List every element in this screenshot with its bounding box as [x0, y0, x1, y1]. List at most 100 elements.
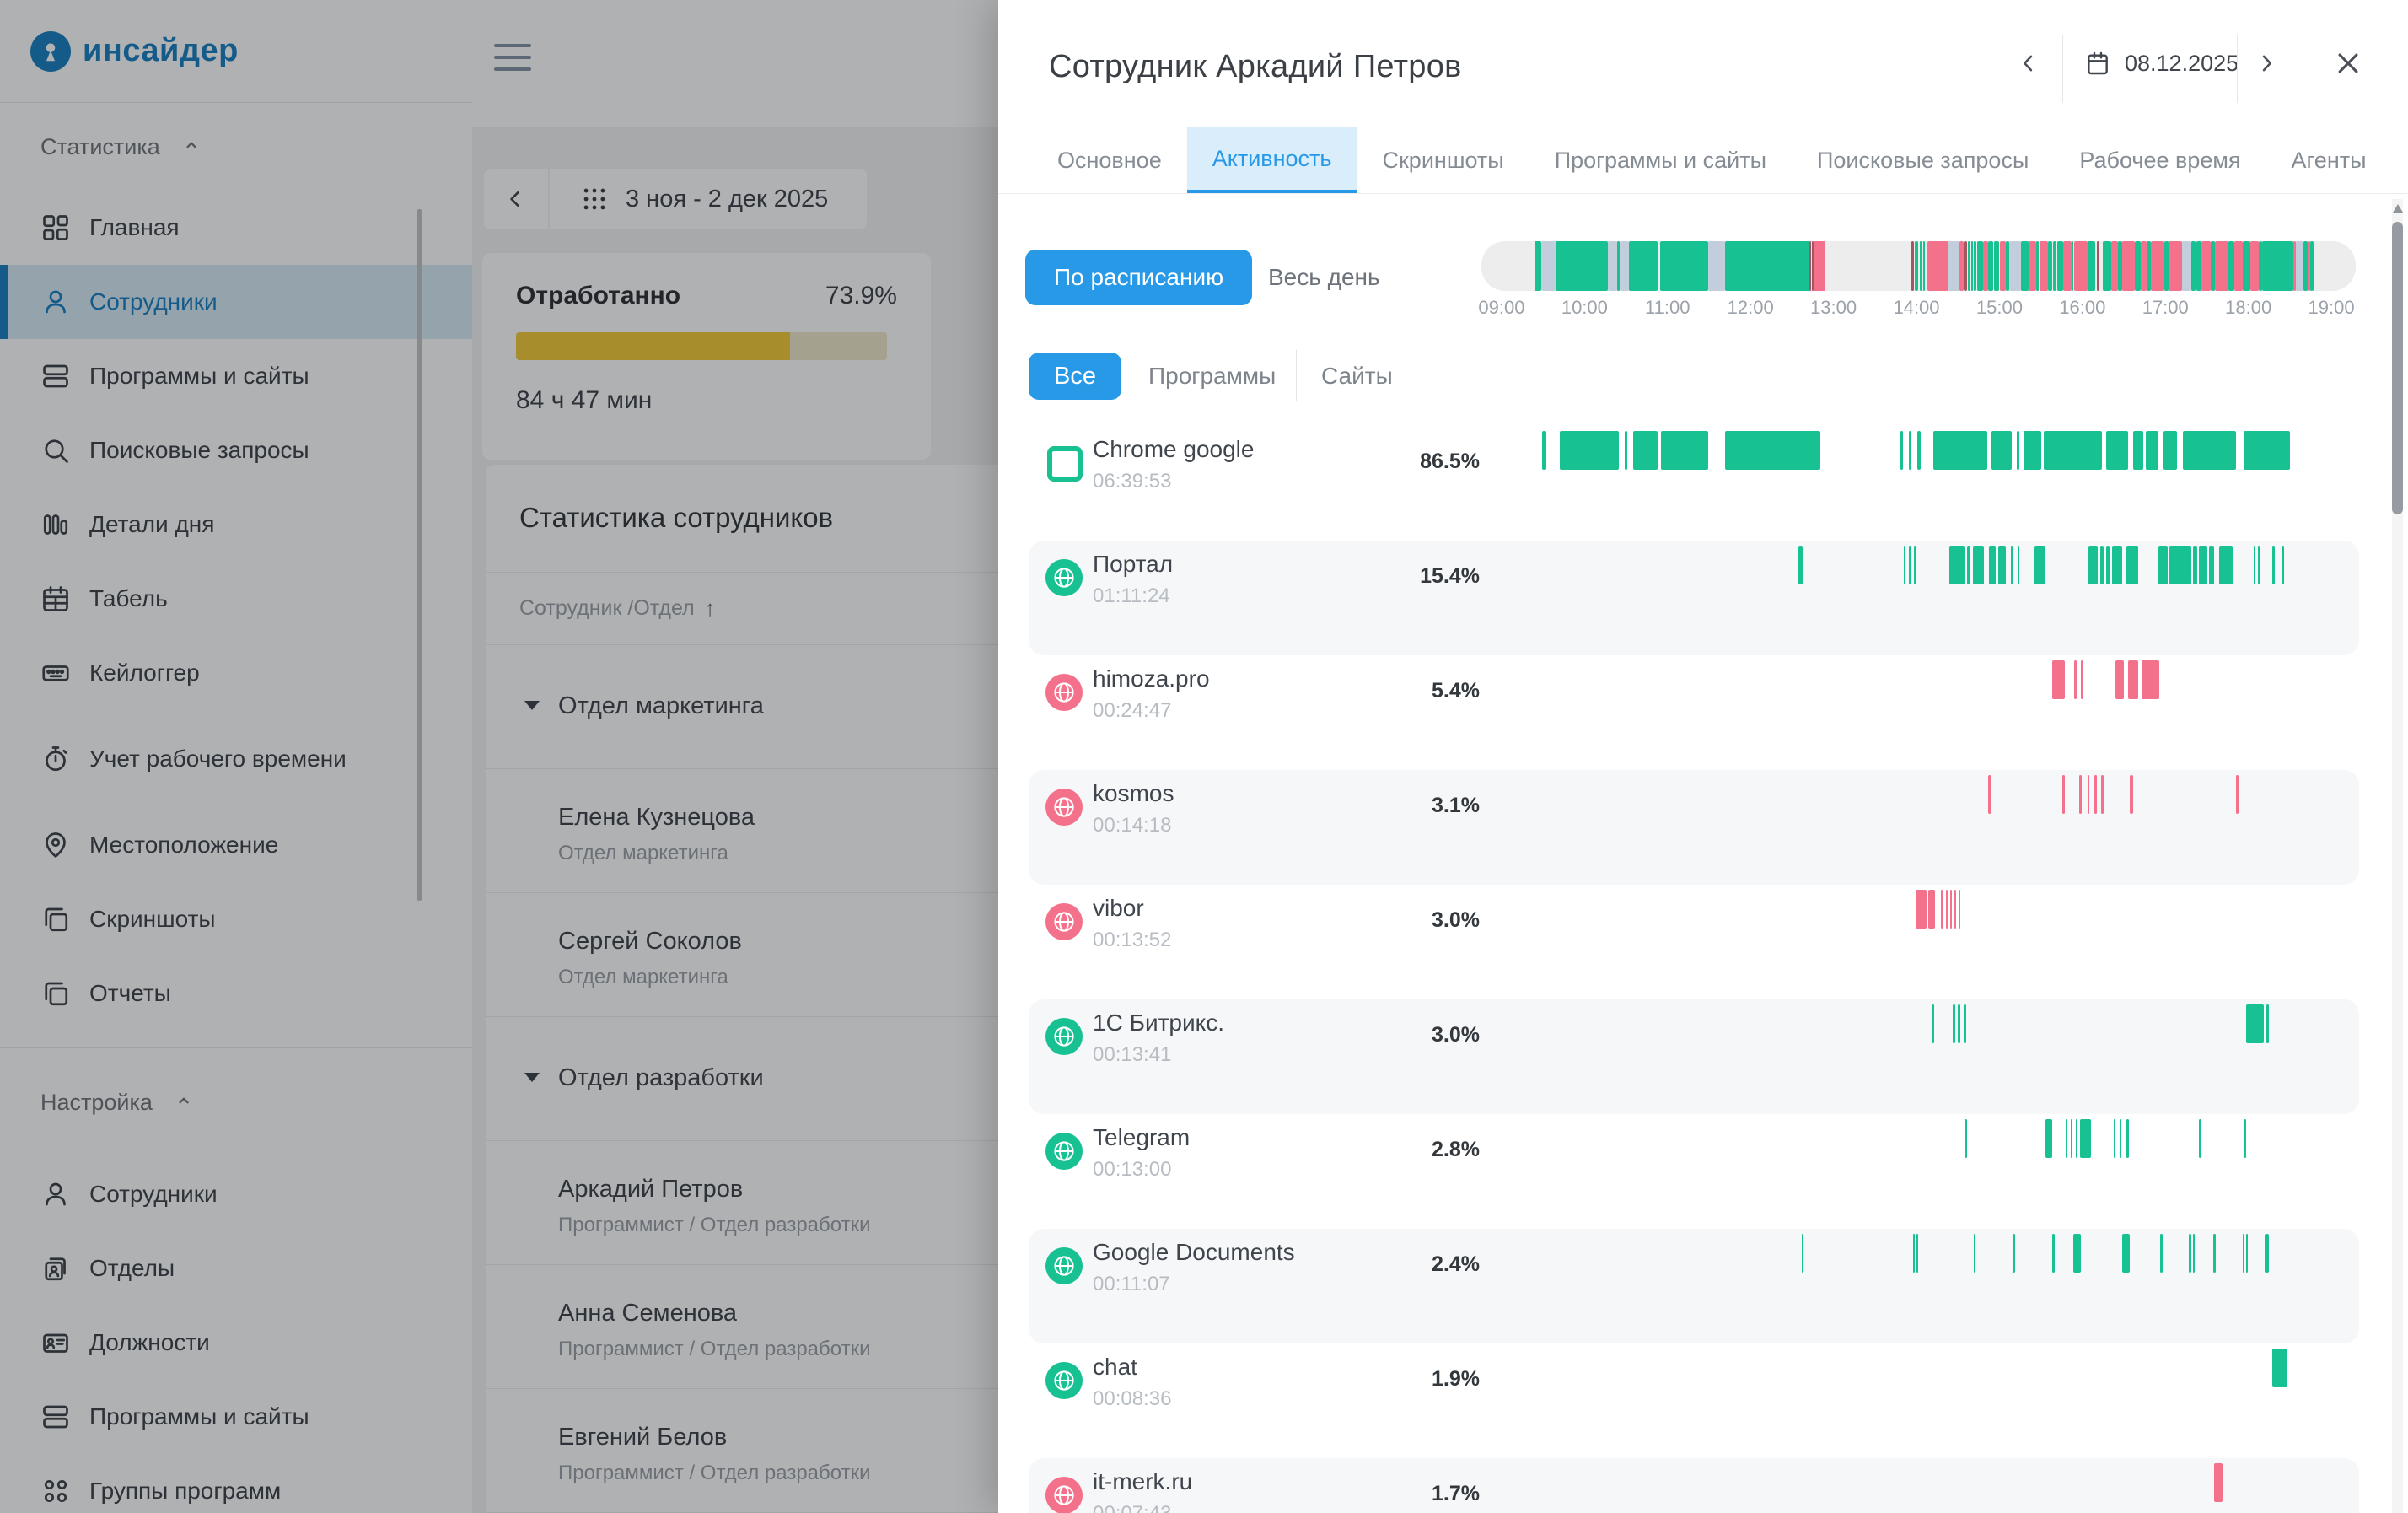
- activity-segment: [1971, 241, 1973, 291]
- activity-segment: [2244, 431, 2290, 470]
- filter-sites-button[interactable]: Сайты: [1321, 353, 1393, 400]
- activity-segment: [2146, 431, 2158, 470]
- activity-segment: [1994, 241, 1999, 291]
- tab-search-queries[interactable]: Поисковые запросы: [1792, 127, 2054, 193]
- filter-programs-button[interactable]: Программы: [1148, 353, 1276, 400]
- app-percent: 86.5%: [1383, 450, 1480, 474]
- activity-segment: [2158, 546, 2168, 584]
- activity-segment: [1916, 1234, 1918, 1273]
- activity-segment: [1620, 241, 1629, 291]
- activity-segment: [2234, 241, 2243, 291]
- filter-all-button[interactable]: Все: [1029, 353, 1121, 400]
- activity-segment: [1909, 431, 1911, 470]
- activity-segment: [1967, 546, 1970, 584]
- timeline-tick-label: 11:00: [1645, 297, 1690, 319]
- app-row-chat[interactable]: chat00:08:361.9%: [1029, 1343, 2359, 1458]
- activity-segment: [2282, 546, 2284, 584]
- app-row-vibor[interactable]: vibor00:13:523.0%: [1029, 885, 2359, 999]
- activity-segment: [1973, 546, 1984, 584]
- activity-segment: [2103, 241, 2110, 291]
- globe-icon: [1045, 1133, 1083, 1170]
- drawer-title: Сотрудник Аркадий Петров: [1049, 49, 1462, 85]
- app-row-portal[interactable]: Портал01:11:2415.4%: [1029, 541, 2359, 655]
- activity-segment: [2244, 1119, 2246, 1158]
- activity-segment: [2228, 241, 2234, 291]
- tab-programs-sites[interactable]: Программы и сайты: [1529, 127, 1792, 193]
- scroll-up-arrow-icon[interactable]: [2393, 204, 2403, 213]
- activity-segment: [1965, 1119, 1967, 1158]
- activity-segment: [2272, 1349, 2287, 1387]
- activity-segment: [2114, 1119, 2116, 1158]
- activity-segment: [2246, 1234, 2248, 1273]
- activity-segment: [2191, 241, 2196, 291]
- modal-backdrop[interactable]: [0, 0, 998, 1513]
- app-row-bitrix[interactable]: 1С Битрикс.00:13:413.0%: [1029, 999, 2359, 1114]
- activity-segment: [2013, 1234, 2015, 1273]
- activity-segment: [2133, 431, 2143, 470]
- activity-segment: [2081, 660, 2083, 699]
- app-row-himoza-pro[interactable]: himoza.pro00:24:475.4%: [1029, 655, 2359, 770]
- app-row-telegram[interactable]: Telegram00:13:002.8%: [1029, 1114, 2359, 1229]
- drawer-date-button[interactable]: 08.12.2025: [2084, 0, 2239, 127]
- tab-work-time[interactable]: Рабочее время: [2054, 127, 2266, 193]
- activity-segment: [2310, 241, 2314, 291]
- activity-segment: [2151, 241, 2164, 291]
- tab-activity[interactable]: Активность: [1187, 127, 1357, 193]
- activity-segment: [2126, 1119, 2129, 1158]
- activity-segment: [1949, 546, 1965, 584]
- activity-segment: [1959, 890, 1960, 929]
- tab-agents[interactable]: Агенты: [2266, 127, 2392, 193]
- app-activity-bars: [1481, 775, 2356, 814]
- activity-segment: [2296, 241, 2303, 291]
- activity-segment: [2097, 241, 2099, 291]
- activity-segment: [2018, 546, 2020, 584]
- activity-segment: [2130, 775, 2132, 814]
- next-day-button[interactable]: [2248, 0, 2285, 127]
- activity-segment: [2258, 546, 2260, 584]
- activity-segment: [2112, 546, 2122, 584]
- timeline-tick-label: 18:00: [2225, 297, 2271, 319]
- tab-screenshots[interactable]: Скриншоты: [1357, 127, 1529, 193]
- globe-icon: [1045, 903, 1083, 940]
- activity-segment: [2199, 1119, 2201, 1158]
- activity-segment: [1941, 890, 1943, 929]
- activity-segment: [2189, 1234, 2191, 1273]
- activity-segment: [1927, 241, 1948, 291]
- timeline-tick-label: 17:00: [2142, 297, 2189, 319]
- activity-segment: [2243, 241, 2249, 291]
- activity-segment: [1914, 546, 1916, 584]
- activity-segment: [2088, 775, 2090, 814]
- activity-segment: [2142, 660, 2159, 699]
- activity-segment: [2272, 546, 2274, 584]
- app-row-google-documents[interactable]: Google Documents00:11:072.4%: [1029, 1229, 2359, 1343]
- activity-segment: [1725, 241, 1809, 291]
- close-drawer-button[interactable]: [2327, 0, 2369, 127]
- app-row-chrome-google[interactable]: Chrome google06:39:5386.5%: [1029, 426, 2359, 541]
- tabs-border: [998, 193, 2408, 194]
- activity-segment: [2201, 241, 2210, 291]
- activity-segment: [1911, 241, 1914, 291]
- activity-segment: [2057, 241, 2062, 291]
- app-row-kosmos[interactable]: kosmos00:14:183.1%: [1029, 770, 2359, 885]
- app-activity-bars: [1481, 1349, 2356, 1387]
- tab-main[interactable]: Основное: [1032, 127, 1187, 193]
- activity-segment: [2009, 241, 2020, 291]
- activity-segment: [2120, 1119, 2121, 1158]
- timeline-tick-label: 16:00: [2059, 297, 2105, 319]
- app-percent: 2.8%: [1383, 1138, 1480, 1162]
- globe-icon: [1045, 1018, 1083, 1055]
- day-activity-timeline: [1481, 241, 2356, 291]
- timeline-ticks: 09:0010:0011:0012:0013:0014:0015:0016:00…: [1481, 297, 2356, 322]
- timeline-tick-label: 15:00: [1976, 297, 2023, 319]
- activity-segment: [1928, 890, 1935, 929]
- activity-segment: [2094, 775, 2097, 814]
- activity-segment: [1974, 241, 1976, 291]
- activity-segment: [2024, 431, 2041, 470]
- prev-day-button[interactable]: [2010, 0, 2047, 127]
- activity-segment: [2011, 546, 2013, 584]
- drawer-scrollbar-thumb[interactable]: [2392, 222, 2403, 514]
- schedule-mode-button[interactable]: По расписанию: [1025, 250, 1252, 305]
- app-row-it-merk-ru[interactable]: it-merk.ru00:07:431.7%: [1029, 1458, 2359, 1513]
- all-day-mode-button[interactable]: Весь день: [1268, 250, 1380, 305]
- globe-icon: [1045, 789, 1083, 826]
